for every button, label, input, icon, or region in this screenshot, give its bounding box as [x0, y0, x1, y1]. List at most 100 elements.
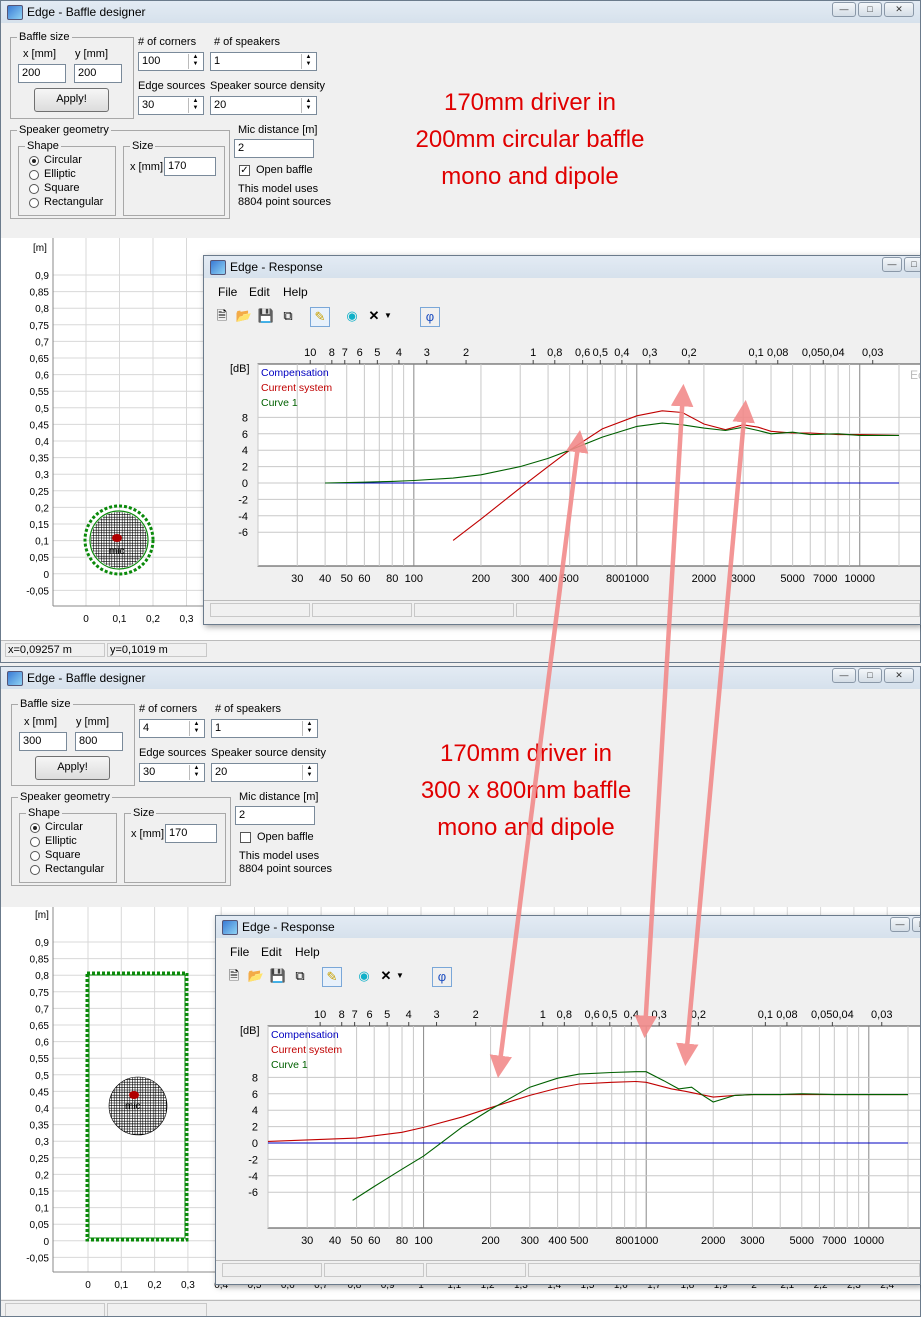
- y-label: y [mm]: [75, 48, 108, 60]
- shape-square-radio[interactable]: [30, 851, 40, 861]
- pencil-icon[interactable]: ✎: [322, 967, 342, 987]
- pencil-icon[interactable]: ✎: [310, 307, 330, 327]
- minimize-icon[interactable]: —: [832, 668, 856, 683]
- db-tick-label: 4: [252, 1105, 258, 1117]
- corners-spinner[interactable]: 4 ▲ ▼: [139, 719, 205, 738]
- frequency-response-chart-2[interactable]: 8 6 4 2 0 -2 -4 -6 [dB] 30 40 50 60 80 100 200 300 400 500…: [218, 996, 921, 1256]
- save-icon[interactable]: 💾: [268, 967, 288, 987]
- spinner-arrows-icon[interactable]: ▲ ▼: [188, 98, 202, 113]
- menu-help[interactable]: Help: [295, 945, 320, 959]
- frequency-tick-label: 5000: [780, 573, 804, 585]
- size-x-input[interactable]: 170: [164, 157, 216, 176]
- frequency-tick-label: 80: [396, 1235, 408, 1247]
- baffle-plot-unit: [m]: [33, 243, 47, 254]
- close-icon[interactable]: ✕: [884, 2, 914, 17]
- status-cell: [312, 603, 412, 617]
- shape-elliptic-radio[interactable]: [30, 837, 40, 847]
- density-spinner[interactable]: 20 ▲ ▼: [211, 763, 318, 782]
- menu-file[interactable]: File: [230, 945, 249, 959]
- baffle-x-tick-label: 0,3: [180, 614, 194, 625]
- open-folder-icon[interactable]: 📂: [246, 967, 266, 987]
- apply-button[interactable]: Apply!: [34, 88, 109, 112]
- baffle-y-tick-label: 0,15: [30, 520, 50, 531]
- baffle-x-tick-label: 0: [85, 1280, 91, 1291]
- title-bar[interactable]: Edge - Response — □: [216, 916, 920, 938]
- save-icon[interactable]: 💾: [256, 307, 276, 327]
- title-bar[interactable]: Edge - Response — □: [204, 256, 920, 278]
- app-icon: [222, 920, 238, 935]
- minimize-icon[interactable]: —: [832, 2, 856, 17]
- close-icon[interactable]: ✕: [884, 668, 914, 683]
- baffle-y-input[interactable]: 800: [75, 732, 123, 751]
- baffle-x-input[interactable]: 300: [19, 732, 67, 751]
- db-tick-label: -2: [238, 494, 248, 506]
- size-x-input[interactable]: 170: [165, 824, 217, 843]
- corners-spinner[interactable]: 100 ▲ ▼: [138, 52, 204, 71]
- maximize-icon[interactable]: □: [912, 917, 920, 932]
- copy-icon[interactable]: ⧉: [290, 967, 310, 987]
- new-file-icon[interactable]: 🗎: [224, 967, 244, 987]
- frequency-tick-label: 7000: [822, 1235, 846, 1247]
- mic-distance-input[interactable]: 2: [235, 806, 315, 825]
- maximize-icon[interactable]: □: [858, 2, 882, 17]
- maximize-icon[interactable]: □: [904, 257, 920, 272]
- db-tick-label: 2: [242, 462, 248, 474]
- menu-edit[interactable]: Edit: [261, 945, 282, 959]
- menu-edit[interactable]: Edit: [249, 285, 270, 299]
- frequency-tick-label: 2000: [692, 573, 716, 585]
- open-baffle-checkbox[interactable]: [240, 832, 251, 843]
- shape-rectangular-radio[interactable]: [29, 198, 39, 208]
- menu-file[interactable]: File: [218, 285, 237, 299]
- title-bar[interactable]: Edge - Baffle designer — □ ✕: [1, 667, 920, 689]
- mic-marker: [112, 534, 122, 542]
- edge-sources-spinner[interactable]: 30 ▲ ▼: [139, 763, 205, 782]
- shape-elliptic-radio[interactable]: [29, 170, 39, 180]
- copy-icon[interactable]: ⧉: [278, 307, 298, 327]
- baffle-y-tick-label: 0,75: [30, 321, 50, 332]
- shape-group: Shape Circular Elliptic Square Rectangul…: [19, 807, 117, 883]
- maximize-icon[interactable]: □: [858, 668, 882, 683]
- minimize-icon[interactable]: —: [890, 917, 910, 932]
- speaker-icon[interactable]: ◉: [342, 307, 362, 327]
- delete-icon[interactable]: ✕: [364, 307, 384, 327]
- shape-circular-radio[interactable]: [30, 823, 40, 833]
- spinner-arrows-icon[interactable]: ▲ ▼: [302, 765, 316, 780]
- delete-icon[interactable]: ✕: [376, 967, 396, 987]
- mic-distance-input[interactable]: 2: [234, 139, 314, 158]
- title-bar[interactable]: Edge - Baffle designer — □ ✕: [1, 1, 920, 23]
- spinner-arrows-icon[interactable]: ▲ ▼: [301, 54, 315, 69]
- baffle-y-input[interactable]: 200: [74, 64, 122, 83]
- spinner-arrows-icon[interactable]: ▲ ▼: [301, 98, 315, 113]
- speakers-spinner[interactable]: 1 ▲ ▼: [210, 52, 317, 71]
- edge-sources-spinner[interactable]: 30 ▲ ▼: [138, 96, 204, 115]
- spinner-arrows-icon[interactable]: ▲ ▼: [188, 54, 202, 69]
- baffle-y-tick-label: 0,45: [30, 420, 50, 431]
- new-file-icon[interactable]: 🗎: [212, 307, 232, 327]
- frequency-tick-label: 800: [615, 1235, 633, 1247]
- shape-circular-radio[interactable]: [29, 156, 39, 166]
- chevron-down-icon[interactable]: ▼: [394, 967, 406, 987]
- legend-entry: Compensation: [261, 367, 329, 379]
- frequency-response-chart-1[interactable]: 86420-2-4-6[dB]30 40 50 60 80 100 200 300 400 500…: [206, 336, 921, 596]
- baffle-y-tick-label: 0,85: [30, 955, 50, 966]
- response-window-2: Edge - Response — □ File Edit Help 🗎 📂 💾…: [215, 915, 921, 1285]
- spinner-arrows-icon[interactable]: ▲ ▼: [189, 765, 203, 780]
- baffle-y-tick-label: 0,65: [30, 354, 50, 365]
- shape-square-radio[interactable]: [29, 184, 39, 194]
- chevron-down-icon[interactable]: ▼: [382, 307, 394, 327]
- spinner-arrows-icon[interactable]: ▲ ▼: [302, 721, 316, 736]
- apply-button[interactable]: Apply!: [35, 756, 110, 780]
- open-baffle-checkbox[interactable]: ✓: [239, 165, 250, 176]
- speaker-icon[interactable]: ◉: [354, 967, 374, 987]
- legend-entry: Curve 1: [271, 1059, 308, 1071]
- phase-button[interactable]: φ: [420, 307, 440, 327]
- baffle-x-input[interactable]: 200: [18, 64, 66, 83]
- shape-rectangular-radio[interactable]: [30, 865, 40, 875]
- open-folder-icon[interactable]: 📂: [234, 307, 254, 327]
- spinner-arrows-icon[interactable]: ▲ ▼: [189, 721, 203, 736]
- menu-help[interactable]: Help: [283, 285, 308, 299]
- speakers-spinner[interactable]: 1 ▲ ▼: [211, 719, 318, 738]
- phase-button[interactable]: φ: [432, 967, 452, 987]
- minimize-icon[interactable]: —: [882, 257, 902, 272]
- density-spinner[interactable]: 20 ▲ ▼: [210, 96, 317, 115]
